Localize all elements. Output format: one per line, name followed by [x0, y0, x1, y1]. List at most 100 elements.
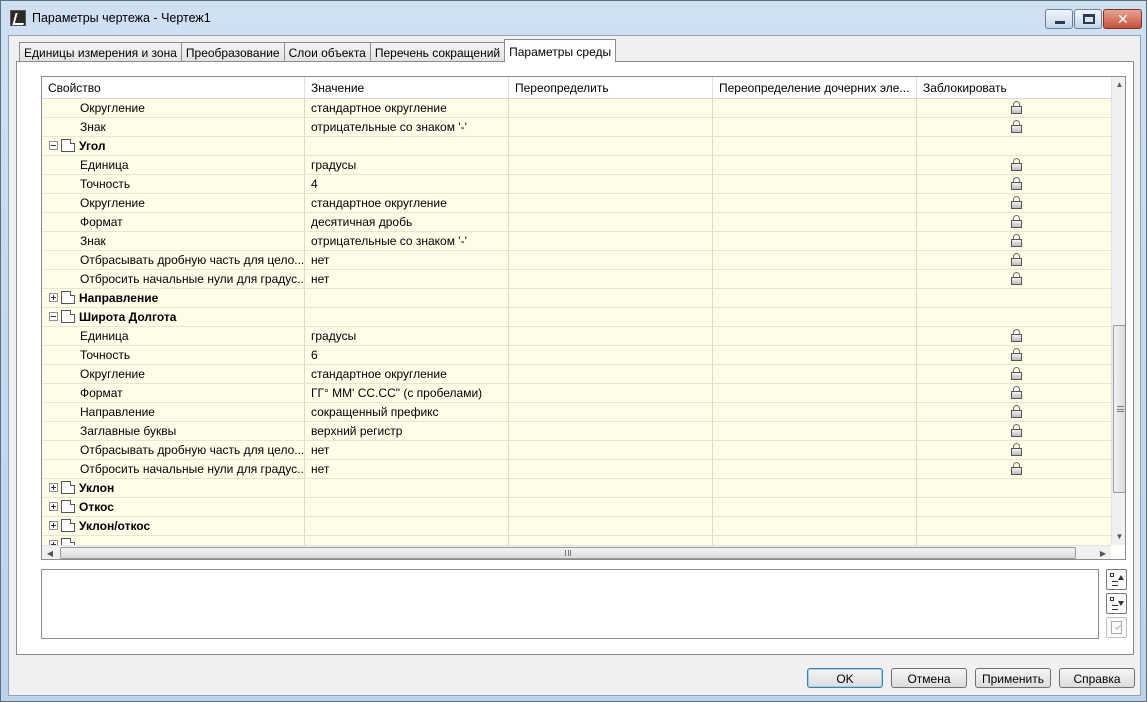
override-cell[interactable]: [509, 441, 713, 459]
value-cell[interactable]: верхний регистр: [305, 422, 509, 440]
value-cell[interactable]: градусы: [305, 327, 509, 345]
lock-icon[interactable]: [1011, 196, 1022, 209]
horizontal-scroll-thumb[interactable]: [60, 547, 1076, 559]
child-override-cell[interactable]: [713, 270, 917, 288]
property-row[interactable]: Отбросить начальные нули для градус... не…: [42, 270, 1111, 289]
override-cell[interactable]: [509, 213, 713, 231]
column-header-value[interactable]: Значение: [305, 77, 509, 99]
collapse-all-button[interactable]: [1106, 569, 1127, 590]
expand-icon[interactable]: [49, 483, 58, 492]
check-button[interactable]: [1106, 617, 1127, 638]
maximize-button[interactable]: [1074, 9, 1102, 29]
group-row[interactable]: Уклон: [42, 479, 1111, 498]
child-override-cell[interactable]: [713, 460, 917, 478]
lock-cell[interactable]: [917, 365, 1111, 383]
ok-button[interactable]: OK: [807, 668, 883, 688]
value-cell[interactable]: десятичная дробь: [305, 213, 509, 231]
scroll-left-icon[interactable]: ◀: [42, 546, 58, 559]
lock-icon[interactable]: [1011, 158, 1022, 171]
value-cell[interactable]: 6: [305, 346, 509, 364]
override-cell[interactable]: [509, 384, 713, 402]
lock-icon[interactable]: [1011, 272, 1022, 285]
property-row[interactable]: Отбрасывать дробную часть для цело... нет: [42, 441, 1111, 460]
property-row[interactable]: Единица градусы: [42, 327, 1111, 346]
property-row[interactable]: Формат десятичная дробь: [42, 213, 1111, 232]
lock-icon[interactable]: [1011, 253, 1022, 266]
tab-5[interactable]: Параметры среды: [504, 39, 617, 62]
child-override-cell[interactable]: [713, 213, 917, 231]
property-row[interactable]: Отбрасывать дробную часть для цело... нет: [42, 251, 1111, 270]
child-override-cell[interactable]: [713, 194, 917, 212]
lock-icon[interactable]: [1011, 367, 1022, 380]
property-row[interactable]: Округление стандартное округление: [42, 194, 1111, 213]
override-cell[interactable]: [509, 346, 713, 364]
scroll-right-icon[interactable]: ▶: [1095, 546, 1111, 559]
property-row[interactable]: Знак отрицательные со знаком '-': [42, 232, 1111, 251]
override-cell[interactable]: [509, 403, 713, 421]
column-header-property[interactable]: Свойство: [42, 77, 305, 99]
group-row[interactable]: Уклон/откос: [42, 517, 1111, 536]
child-override-cell[interactable]: [713, 346, 917, 364]
lock-icon[interactable]: [1011, 462, 1022, 475]
property-row[interactable]: Округление стандартное округление: [42, 365, 1111, 384]
group-row[interactable]: Откос: [42, 498, 1111, 517]
lock-cell[interactable]: [917, 270, 1111, 288]
tab-1[interactable]: Единицы измерения и зона: [19, 42, 182, 62]
lock-icon[interactable]: [1011, 234, 1022, 247]
value-cell[interactable]: нет: [305, 270, 509, 288]
lock-icon[interactable]: [1011, 120, 1022, 133]
value-cell[interactable]: сокращенный префикс: [305, 403, 509, 421]
group-row[interactable]: Направление: [42, 289, 1111, 308]
lock-cell[interactable]: [917, 327, 1111, 345]
override-cell[interactable]: [509, 270, 713, 288]
override-cell[interactable]: [509, 365, 713, 383]
expand-icon[interactable]: [49, 502, 58, 511]
value-cell[interactable]: ГГ° ММ' СС.СС" (с пробелами): [305, 384, 509, 402]
apply-button[interactable]: Применить: [975, 668, 1051, 688]
lock-icon[interactable]: [1011, 329, 1022, 342]
property-row[interactable]: Точность 6: [42, 346, 1111, 365]
property-row[interactable]: Единица градусы: [42, 156, 1111, 175]
child-override-cell[interactable]: [713, 99, 917, 117]
override-cell[interactable]: [509, 251, 713, 269]
vertical-scroll-thumb[interactable]: [1113, 325, 1125, 493]
override-cell[interactable]: [509, 99, 713, 117]
cancel-button[interactable]: Отмена: [891, 668, 967, 688]
lock-cell[interactable]: [917, 232, 1111, 250]
lock-icon[interactable]: [1011, 443, 1022, 456]
property-row[interactable]: Точность 4: [42, 175, 1111, 194]
property-row[interactable]: Отбросить начальные нули для градус... не…: [42, 460, 1111, 479]
lock-cell[interactable]: [917, 346, 1111, 364]
lock-cell[interactable]: [917, 175, 1111, 193]
column-header-override[interactable]: Переопределить: [509, 77, 713, 99]
scroll-up-icon[interactable]: ▲: [1112, 77, 1125, 93]
override-cell[interactable]: [509, 460, 713, 478]
value-cell[interactable]: нет: [305, 460, 509, 478]
lock-cell[interactable]: [917, 403, 1111, 421]
value-cell[interactable]: стандартное округление: [305, 365, 509, 383]
lock-cell[interactable]: [917, 118, 1111, 136]
lock-icon[interactable]: [1011, 177, 1022, 190]
lock-icon[interactable]: [1011, 424, 1022, 437]
value-cell[interactable]: нет: [305, 251, 509, 269]
value-cell[interactable]: отрицательные со знаком '-': [305, 232, 509, 250]
value-cell[interactable]: стандартное округление: [305, 99, 509, 117]
lock-icon[interactable]: [1011, 215, 1022, 228]
lock-cell[interactable]: [917, 213, 1111, 231]
collapse-icon[interactable]: [49, 312, 58, 321]
lock-cell[interactable]: [917, 99, 1111, 117]
property-row[interactable]: Округление стандартное округление: [42, 99, 1111, 118]
tab-2[interactable]: Преобразование: [180, 42, 285, 62]
child-override-cell[interactable]: [713, 365, 917, 383]
property-row[interactable]: Знак отрицательные со знаком '-': [42, 118, 1111, 137]
scroll-down-icon[interactable]: ▼: [1112, 529, 1125, 545]
close-button[interactable]: ✕: [1103, 9, 1142, 29]
lock-icon[interactable]: [1011, 348, 1022, 361]
property-row[interactable]: Заглавные буквы верхний регистр: [42, 422, 1111, 441]
column-header-child-override[interactable]: Переопределение дочерних эле...: [713, 77, 917, 99]
child-override-cell[interactable]: [713, 175, 917, 193]
group-row[interactable]: Широта Долгота: [42, 308, 1111, 327]
tab-3[interactable]: Слои объекта: [283, 42, 371, 62]
child-override-cell[interactable]: [713, 156, 917, 174]
child-override-cell[interactable]: [713, 422, 917, 440]
